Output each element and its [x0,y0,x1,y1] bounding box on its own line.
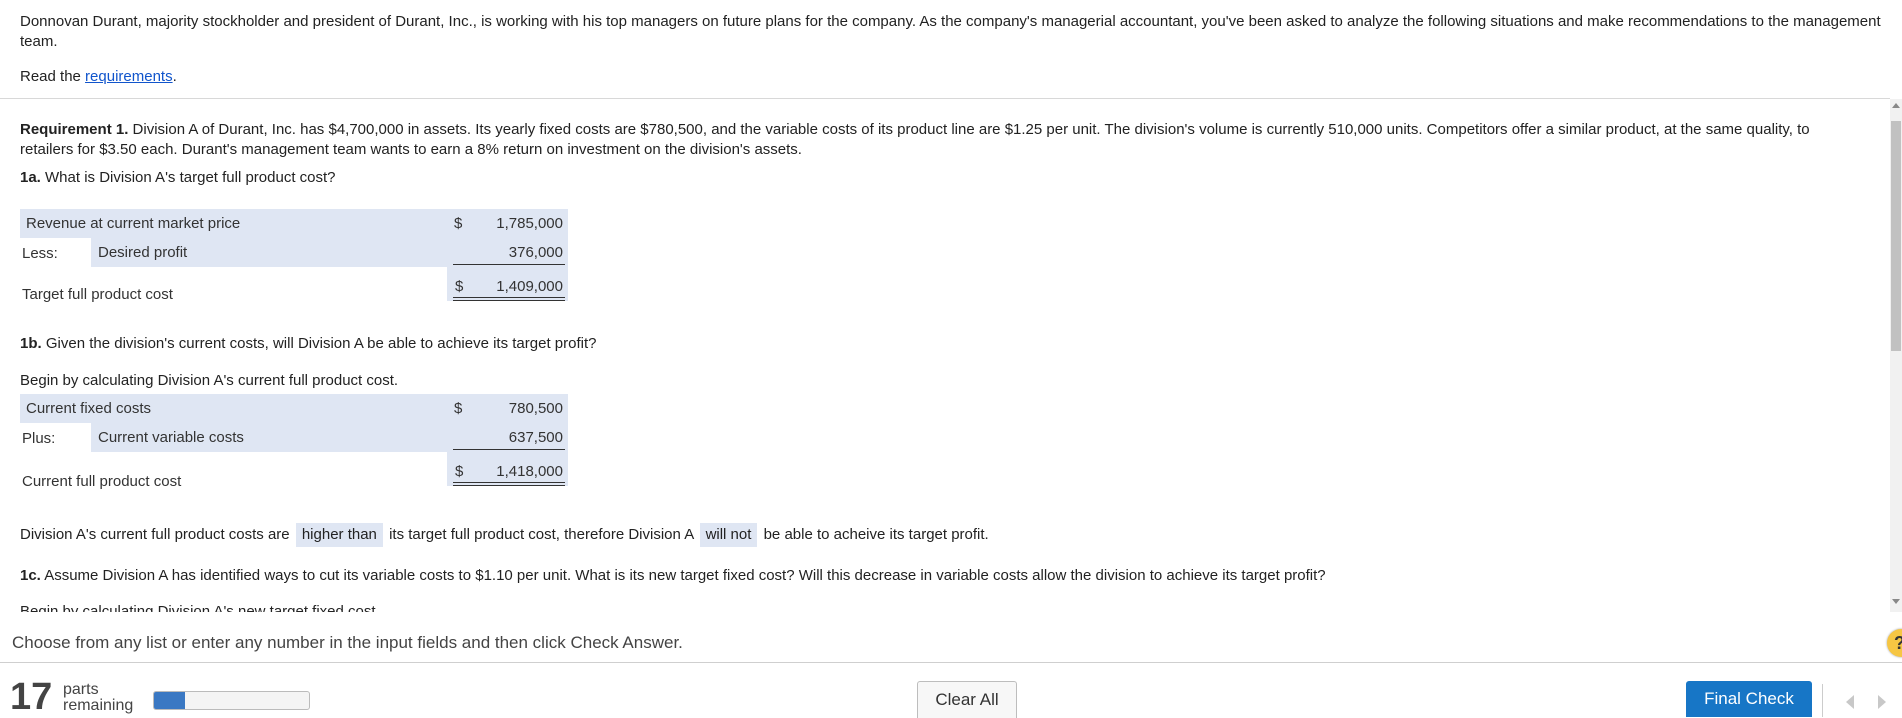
current-variable-costs-label: Current variable costs [98,429,244,446]
target-full-cost-value[interactable]: 1,409,000 [453,277,563,297]
chevron-left-icon[interactable] [1838,690,1862,714]
scroll-thumb[interactable] [1891,121,1901,351]
question-content: Requirement 1. Division A of Durant, Inc… [20,120,1865,612]
question-1b-text: Given the division's current costs, will… [41,335,597,352]
subtotal-underline [453,264,565,265]
help-icon[interactable]: ? [1887,629,1902,657]
question-1b: 1b. Given the division's current costs, … [20,334,596,354]
scroll-up-arrow[interactable] [1892,103,1900,108]
intro-paragraph: Donnovan Durant, majority stockholder an… [20,13,1881,50]
clear-all-button[interactable]: Clear All [917,681,1017,718]
question-1c-label: 1c. [20,567,41,584]
conclusion-1b: Division A's current full product costs … [20,523,989,547]
footer-divider [0,662,1902,663]
current-cost-table: Current fixed costs Current variable cos… [20,394,572,496]
vertical-scrollbar[interactable] [1890,99,1902,612]
desired-profit-value[interactable]: 376,000 [453,243,563,263]
chevron-right-icon[interactable] [1870,690,1894,714]
final-check-button[interactable]: Final Check [1686,681,1812,717]
current-fixed-costs-value[interactable]: 780,500 [453,399,563,419]
achievement-dropdown[interactable]: will not [699,523,758,547]
conclusion-text-3: be able to acheive its target profit. [763,526,989,543]
question-1b-label: 1b. [20,335,42,352]
current-full-cost-label: Current full product cost [22,473,182,490]
read-prefix: Read the [20,68,86,85]
question-1a-label: 1a. [20,169,41,186]
current-variable-costs-value[interactable]: 637,500 [453,428,563,448]
revenue-label: Revenue at current market price [26,215,241,232]
question-1a-text: What is Division A's target full product… [40,169,336,186]
nav-divider [1822,684,1823,717]
requirements-link[interactable]: requirements [85,68,173,85]
parts-remaining-count: 17 [10,676,53,718]
parts-word: parts [63,681,99,698]
requirement-1-text: Division A of Durant, Inc. has $4,700,00… [20,121,1810,158]
footer-instruction: Choose from any list or enter any number… [12,633,683,652]
conclusion-text-2: its target full product cost, therefore … [389,526,694,543]
total-double-underline [453,297,565,301]
question-1c-instruction: Begin by calculating Division A's new ta… [20,603,380,612]
target-cost-table: Revenue at current market price Desired … [20,209,572,311]
question-1a: 1a. What is Division A's target full pro… [20,168,336,188]
question-scroll-area[interactable]: Requirement 1. Division A of Durant, Inc… [0,99,1882,612]
scroll-down-arrow[interactable] [1892,599,1900,604]
total-double-underline [453,482,565,486]
target-full-cost-label: Target full product cost [22,286,173,303]
intro-text: Donnovan Durant, majority stockholder an… [20,12,1890,52]
parts-remaining-label: parts remaining [63,682,133,714]
conclusion-text-1: Division A's current full product costs … [20,526,290,543]
requirement-1-label: Requirement 1. [20,121,129,138]
revenue-value[interactable]: 1,785,000 [453,214,563,234]
less-label: Less: [22,245,58,262]
progress-bar [153,691,310,710]
progress-fill [154,692,185,709]
current-full-cost-value[interactable]: 1,418,000 [453,462,563,482]
desired-profit-label: Desired profit [98,244,188,261]
current-fixed-costs-label: Current fixed costs [26,400,152,417]
question-1c: 1c. Assume Division A has identified way… [20,566,1326,586]
plus-label: Plus: [22,430,56,447]
question-1c-text: Assume Division A has identified ways to… [40,567,1326,584]
comparison-dropdown[interactable]: higher than [295,523,383,547]
read-requirements-line: Read the requirements. [20,68,177,85]
question-1b-instruction: Begin by calculating Division A's curren… [20,372,399,389]
requirement-1: Requirement 1. Division A of Durant, Inc… [20,120,1865,160]
remaining-word: remaining [63,697,134,714]
read-suffix: . [172,68,177,85]
subtotal-underline [453,449,565,450]
